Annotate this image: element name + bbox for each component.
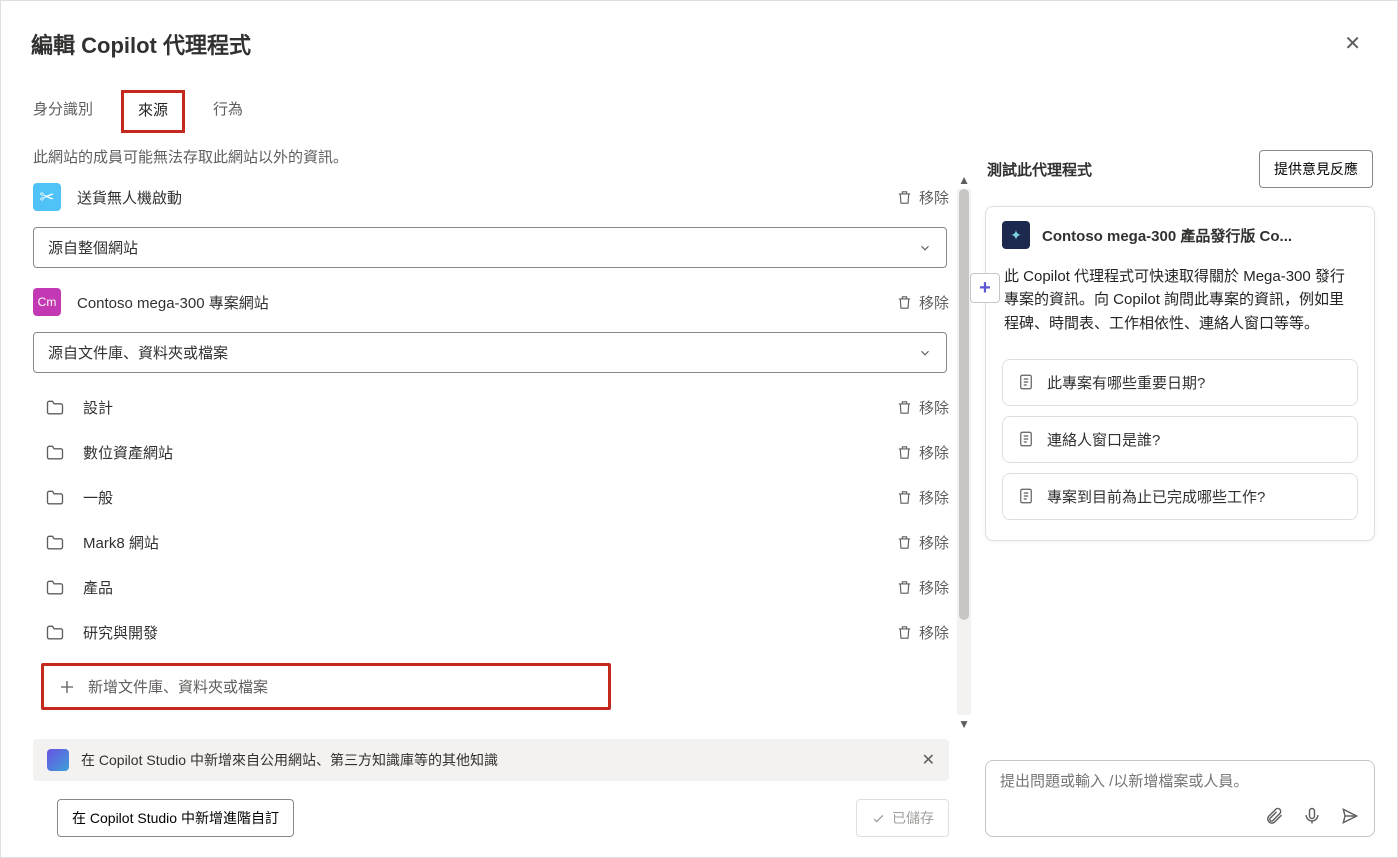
suggestion-item[interactable]: 連絡人窗口是誰?	[1002, 416, 1358, 463]
remove-button[interactable]: 移除	[896, 442, 949, 463]
scrollbar[interactable]: ▲ ▼	[957, 171, 971, 733]
source-label: 送貨無人機啟動	[77, 187, 880, 208]
source-row-contoso: Cm Contoso mega-300 專案網站 移除	[29, 276, 951, 328]
folder-icon	[45, 578, 65, 598]
trash-icon	[896, 534, 913, 551]
mic-icon[interactable]	[1302, 806, 1322, 826]
folder-row: 研究與開發移除	[41, 610, 951, 655]
remove-button[interactable]: 移除	[896, 487, 949, 508]
add-prompt-button[interactable]: +	[970, 273, 1000, 303]
agent-card: + Contoso mega-300 產品發行版 Co... 此 Copilot…	[985, 206, 1375, 541]
note-icon	[1017, 373, 1035, 391]
tab-bar: 身分識別 來源 行為	[1, 74, 1397, 132]
test-agent-label: 測試此代理程式	[987, 159, 1092, 180]
note-icon	[1017, 487, 1035, 505]
copilot-icon	[47, 749, 69, 771]
chevron-down-icon	[918, 346, 932, 360]
folder-label: 產品	[83, 577, 878, 598]
sources-scroll[interactable]: ✂ 送貨無人機啟動 移除 源自整個網站 Cm Contoso mega-30	[29, 171, 951, 733]
scroll-up-icon[interactable]: ▲	[956, 171, 971, 189]
chat-input-area[interactable]	[985, 760, 1375, 837]
plus-icon	[58, 678, 76, 696]
folder-icon	[45, 398, 65, 418]
tab-source[interactable]: 來源	[121, 90, 185, 133]
folder-list: 設計移除數位資產網站移除一般移除Mark8 網站移除產品移除研究與開發移除	[29, 381, 951, 655]
remove-button[interactable]: 移除	[896, 397, 949, 418]
drone-icon: ✂	[33, 183, 61, 211]
scroll-down-icon[interactable]: ▼	[956, 715, 971, 733]
note-icon	[1017, 430, 1035, 448]
dialog-header: 編輯 Copilot 代理程式 ✕	[1, 1, 1397, 74]
trash-icon	[896, 399, 913, 416]
scrollbar-thumb[interactable]	[959, 189, 969, 620]
folder-icon	[45, 623, 65, 643]
trash-icon	[896, 189, 913, 206]
tab-identity[interactable]: 身分識別	[31, 90, 95, 131]
folder-label: 一般	[83, 487, 878, 508]
remove-button[interactable]: 移除	[896, 577, 949, 598]
suggestion-item[interactable]: 專案到目前為止已完成哪些工作?	[1002, 473, 1358, 520]
close-icon[interactable]: ✕	[1338, 25, 1367, 62]
folder-icon	[45, 443, 65, 463]
saved-status-button: 已儲存	[856, 799, 949, 837]
folder-row: 數位資產網站移除	[41, 430, 951, 475]
tab-behavior[interactable]: 行為	[211, 90, 245, 131]
folder-icon	[45, 533, 65, 553]
access-note: 此網站的成員可能無法存取此網站以外的資訊。	[29, 140, 971, 171]
folder-row: 產品移除	[41, 565, 951, 610]
agent-title: Contoso mega-300 產品發行版 Co...	[1042, 225, 1358, 246]
folder-label: 設計	[83, 397, 878, 418]
feedback-button[interactable]: 提供意見反應	[1259, 150, 1373, 188]
attach-icon[interactable]	[1264, 806, 1284, 826]
chat-input[interactable]	[1000, 773, 1360, 790]
folder-row: Mark8 網站移除	[41, 520, 951, 565]
remove-button[interactable]: 移除	[896, 187, 949, 208]
trash-icon	[896, 624, 913, 641]
trash-icon	[896, 489, 913, 506]
dialog-title: 編輯 Copilot 代理程式	[31, 28, 251, 60]
trash-icon	[896, 294, 913, 311]
folder-row: 一般移除	[41, 475, 951, 520]
suggestion-item[interactable]: 此專案有哪些重要日期?	[1002, 359, 1358, 406]
agent-description: 此 Copilot 代理程式可快速取得關於 Mega-300 發行專案的資訊。向…	[1002, 263, 1358, 349]
add-source-button[interactable]: 新增文件庫、資料夾或檔案	[41, 663, 611, 710]
source-scope-select-1[interactable]: 源自整個網站	[33, 227, 947, 268]
folder-row: 設計移除	[41, 385, 951, 430]
trash-icon	[896, 579, 913, 596]
folder-label: 數位資產網站	[83, 442, 878, 463]
send-icon[interactable]	[1340, 806, 1360, 826]
remove-button[interactable]: 移除	[896, 532, 949, 553]
remove-button[interactable]: 移除	[896, 622, 949, 643]
source-row-drone: ✂ 送貨無人機啟動 移除	[29, 171, 951, 223]
check-icon	[871, 811, 886, 826]
trash-icon	[896, 444, 913, 461]
source-label: Contoso mega-300 專案網站	[77, 292, 880, 313]
chevron-down-icon	[918, 241, 932, 255]
copilot-studio-banner: 在 Copilot Studio 中新增來自公用網站、第三方知識庫等的其他知識 …	[33, 739, 949, 781]
advanced-customize-button[interactable]: 在 Copilot Studio 中新增進階自訂	[57, 799, 294, 837]
folder-label: Mark8 網站	[83, 532, 878, 553]
folder-label: 研究與開發	[83, 622, 878, 643]
folder-icon	[45, 488, 65, 508]
agent-avatar-icon	[1002, 221, 1030, 249]
source-scope-select-2[interactable]: 源自文件庫、資料夾或檔案	[33, 332, 947, 373]
remove-button[interactable]: 移除	[896, 292, 949, 313]
banner-close-icon[interactable]: ✕	[922, 750, 935, 770]
site-icon: Cm	[33, 288, 61, 316]
